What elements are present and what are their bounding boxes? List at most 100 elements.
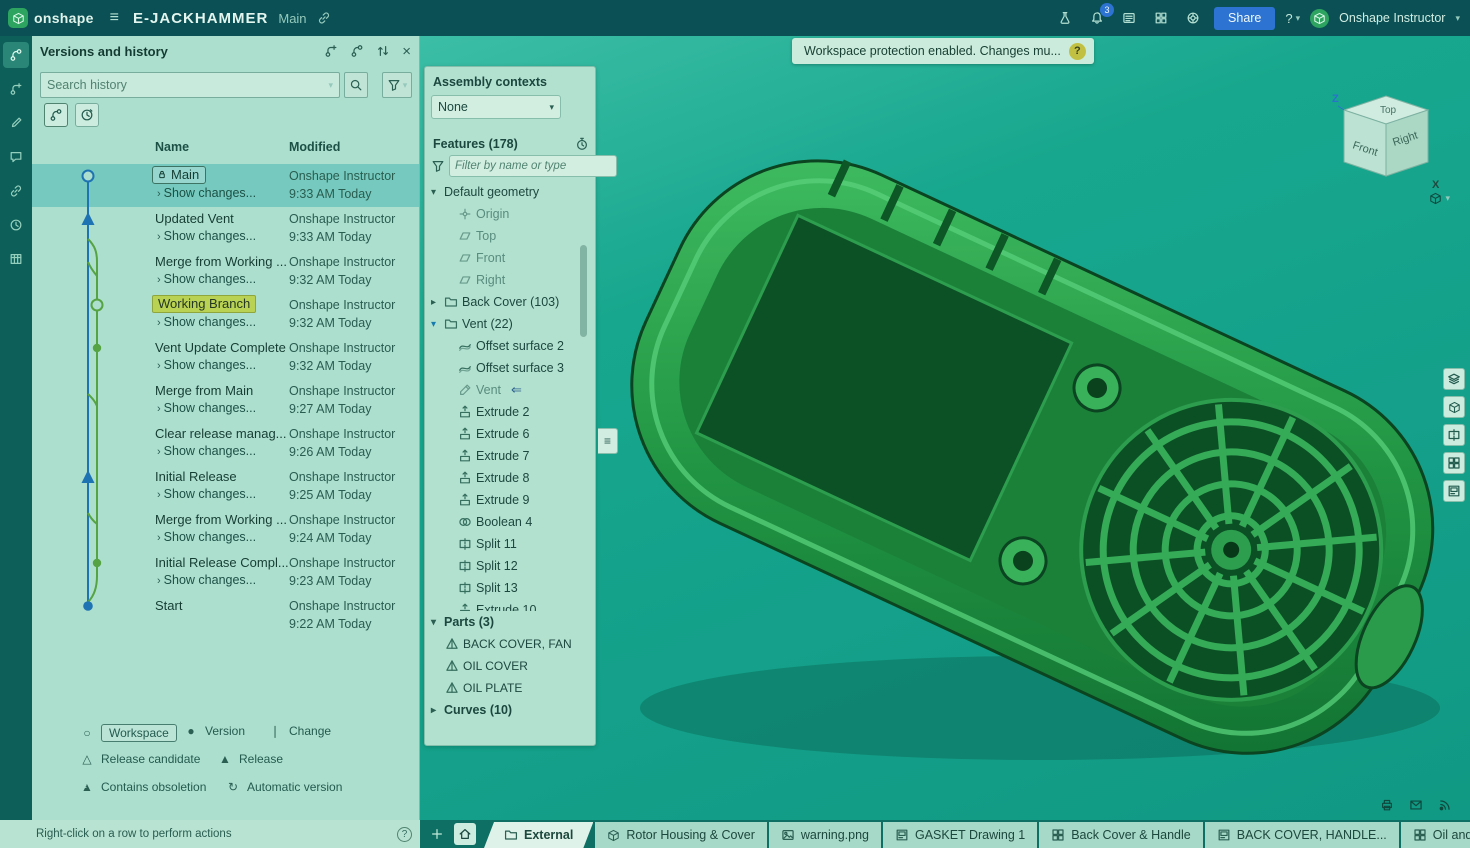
create-version-button[interactable] — [3, 76, 29, 102]
document-tab[interactable]: Oil and Back Cover — [1401, 822, 1470, 848]
feature-item[interactable]: ▸Back Cover (103) — [431, 291, 589, 313]
feature-item[interactable]: Extrude 9 — [431, 489, 589, 511]
document-tab[interactable]: Back Cover & Handle — [1039, 822, 1203, 848]
bom-table-button[interactable] — [3, 246, 29, 272]
feature-item[interactable]: Offset surface 2 — [431, 335, 589, 357]
feature-item[interactable]: Extrude 2 — [431, 401, 589, 423]
chevron-down-icon[interactable]: ▾ — [431, 617, 444, 628]
document-tab[interactable]: warning.png — [769, 822, 881, 848]
version-row[interactable]: MainOnshape Instructor›Show changes...9:… — [32, 164, 419, 207]
document-tab[interactable]: Rotor Housing & Cover — [595, 822, 767, 848]
add-tab-button[interactable] — [426, 823, 448, 845]
chevron-down-icon[interactable]: ▾ — [431, 319, 444, 330]
show-changes-link[interactable]: ›Show changes... — [157, 401, 256, 415]
chevron-down-icon[interactable]: ▾ — [431, 187, 444, 198]
onshape-logo-icon[interactable] — [8, 8, 28, 28]
feature-item[interactable]: ▾Vent (22) — [431, 313, 589, 335]
feature-filter-input[interactable] — [449, 155, 617, 177]
part-item[interactable]: OIL PLATE — [431, 677, 589, 699]
show-changes-link[interactable]: ›Show changes... — [157, 272, 256, 286]
version-name[interactable]: Initial Release — [155, 469, 237, 484]
version-row[interactable]: Updated VentOnshape Instructor›Show chan… — [32, 207, 419, 250]
comments-button[interactable] — [3, 144, 29, 170]
version-row[interactable]: StartOnshape Instructor9:22 AM Today — [32, 594, 419, 637]
feature-item[interactable]: Origin — [431, 203, 589, 225]
copy-link-icon[interactable] — [317, 11, 331, 25]
user-menu-caret-icon[interactable]: ▾ — [1455, 13, 1460, 24]
show-changes-link[interactable]: ›Show changes... — [157, 229, 256, 243]
show-changes-link[interactable]: ›Show changes... — [157, 186, 256, 200]
model-viewport[interactable]: Workspace protection enabled. Changes mu… — [420, 36, 1470, 820]
version-row[interactable]: Vent Update CompleteOnshape Instructor›S… — [32, 336, 419, 379]
named-views-button[interactable] — [1443, 480, 1465, 502]
document-tab[interactable]: GASKET Drawing 1 — [883, 822, 1037, 848]
version-name[interactable]: Clear release manag... — [155, 426, 287, 441]
version-row[interactable]: Initial Release Compl...Onshape Instruct… — [32, 551, 419, 594]
feature-item[interactable]: Extrude 7 — [431, 445, 589, 467]
feature-item[interactable]: Split 12 — [431, 555, 589, 577]
feature-item[interactable]: Offset surface 3 — [431, 357, 589, 379]
feature-item[interactable]: Top — [431, 225, 589, 247]
rollback-bar-icon[interactable]: ⇐ — [511, 382, 522, 398]
rollback-history-icon[interactable] — [575, 137, 589, 151]
mail-icon[interactable] — [1409, 798, 1423, 812]
notifications-bell-icon[interactable]: 3 — [1086, 7, 1108, 29]
search-history-input[interactable] — [47, 78, 328, 92]
filter-button[interactable]: ▾ — [382, 72, 412, 98]
version-name[interactable]: Merge from Working ... — [155, 254, 287, 269]
document-tab[interactable]: External — [484, 822, 593, 848]
feature-item[interactable]: Split 13 — [431, 577, 589, 599]
history-button[interactable] — [3, 212, 29, 238]
document-tab[interactable]: BACK COVER, HANDLE... — [1205, 822, 1399, 848]
home-tab-button[interactable] — [454, 823, 476, 845]
section-tool-button[interactable] — [1443, 424, 1465, 446]
support-ring-icon[interactable] — [1182, 7, 1204, 29]
part-item[interactable]: OIL COVER — [431, 655, 589, 677]
show-changes-link[interactable]: ›Show changes... — [157, 315, 256, 329]
labs-flask-icon[interactable] — [1054, 7, 1076, 29]
feature-item[interactable]: Extrude 8 — [431, 467, 589, 489]
isolate-tool-button[interactable] — [1443, 396, 1465, 418]
share-button[interactable]: Share — [1214, 7, 1275, 30]
view-menu-button[interactable]: ▾ — [1429, 192, 1450, 205]
layers-tool-button[interactable] — [1443, 368, 1465, 390]
create-version-icon[interactable] — [324, 44, 338, 58]
show-changes-link[interactable]: ›Show changes... — [157, 573, 256, 587]
feature-item[interactable]: Extrude 6 — [431, 423, 589, 445]
search-button[interactable] — [344, 72, 368, 98]
appearance-button[interactable] — [3, 110, 29, 136]
compare-icon[interactable] — [376, 44, 390, 58]
feature-item[interactable]: Front — [431, 247, 589, 269]
version-name[interactable]: Main — [152, 166, 206, 184]
version-row[interactable]: Initial ReleaseOnshape Instructor›Show c… — [32, 465, 419, 508]
broadcast-icon[interactable] — [1438, 798, 1452, 812]
version-name[interactable]: Updated Vent — [155, 211, 234, 226]
version-name[interactable]: Start — [155, 598, 182, 613]
create-branch-icon[interactable] — [350, 44, 364, 58]
version-row[interactable]: Merge from MainOnshape Instructor›Show c… — [32, 379, 419, 422]
search-caret-icon[interactable]: ▾ — [328, 80, 333, 91]
version-row[interactable]: Clear release manag...Onshape Instructor… — [32, 422, 419, 465]
version-name[interactable]: Merge from Working ... — [155, 512, 287, 527]
version-name[interactable]: Vent Update Complete — [155, 340, 286, 355]
feature-item[interactable]: Split 11 — [431, 533, 589, 555]
version-row[interactable]: Merge from Working ...Onshape Instructor… — [32, 508, 419, 551]
feature-panel-flyout-handle[interactable]: ≡ — [598, 428, 618, 454]
show-changes-link[interactable]: ›Show changes... — [157, 530, 256, 544]
show-changes-link[interactable]: ›Show changes... — [157, 444, 256, 458]
explode-tool-button[interactable] — [1443, 452, 1465, 474]
feature-item[interactable]: Right — [431, 269, 589, 291]
parts-section-header[interactable]: ▾ Parts (3) — [431, 611, 589, 633]
print-icon[interactable] — [1380, 798, 1394, 812]
versions-history-button[interactable] — [3, 42, 29, 68]
hamburger-menu-icon[interactable]: ≡ — [110, 9, 119, 27]
part-item[interactable]: BACK COVER, FAN — [431, 633, 589, 655]
feature-item[interactable]: ▾Default geometry — [431, 181, 589, 203]
logo-text[interactable]: onshape — [34, 10, 94, 26]
learning-panel-icon[interactable] — [1118, 7, 1140, 29]
version-name[interactable]: Merge from Main — [155, 383, 253, 398]
feature-tree-scrollbar[interactable] — [580, 245, 587, 337]
feature-item[interactable]: Boolean 4 — [431, 511, 589, 533]
version-name[interactable]: Initial Release Compl... — [155, 555, 289, 570]
assembly-contexts-dropdown[interactable]: None ▾ — [431, 95, 561, 119]
